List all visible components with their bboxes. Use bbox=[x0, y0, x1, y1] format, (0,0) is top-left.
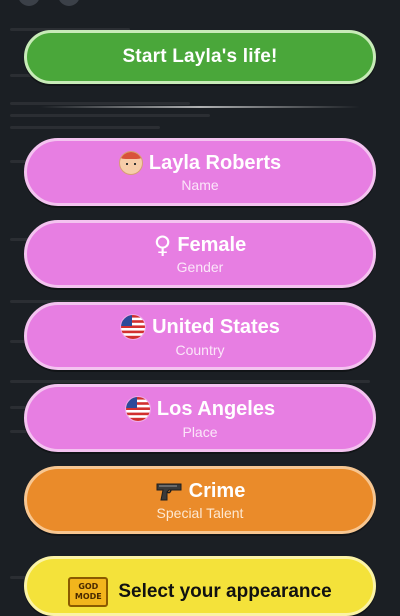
us-flag-icon bbox=[124, 395, 151, 422]
name-caption: Name bbox=[181, 176, 219, 193]
us-flag-icon bbox=[120, 313, 147, 340]
gender-caption: Gender bbox=[176, 258, 224, 275]
place-button[interactable]: Los Angeles Place bbox=[24, 384, 376, 452]
woman-face-icon bbox=[118, 150, 143, 175]
country-value: United States bbox=[152, 315, 280, 338]
select-appearance-button[interactable]: GOD MODE Select your appearance bbox=[24, 556, 376, 616]
talent-caption: Special Talent bbox=[156, 504, 244, 521]
top-second-circle-icon bbox=[58, 0, 80, 6]
start-life-label: Start Layla's life! bbox=[122, 46, 278, 67]
god-mode-badge-icon: GOD MODE bbox=[68, 577, 109, 607]
start-life-button[interactable]: Start Layla's life! bbox=[24, 30, 376, 84]
country-button[interactable]: United States Country bbox=[24, 302, 376, 370]
pistol-icon bbox=[155, 480, 183, 502]
female-symbol-icon: ♀ bbox=[153, 230, 172, 259]
special-talent-button[interactable]: Crime Special Talent bbox=[24, 466, 376, 534]
place-caption: Place bbox=[182, 423, 218, 440]
gender-button[interactable]: ♀ Female Gender bbox=[24, 220, 376, 288]
top-left-circle-icon bbox=[18, 0, 40, 6]
name-value: Layla Roberts bbox=[148, 151, 282, 174]
top-bar bbox=[0, 0, 400, 6]
name-button[interactable]: Layla Roberts Name bbox=[24, 138, 376, 206]
talent-value: Crime bbox=[188, 479, 246, 502]
place-value: Los Angeles bbox=[156, 397, 276, 420]
divider bbox=[40, 106, 360, 108]
gender-value: Female bbox=[177, 233, 247, 256]
country-caption: Country bbox=[175, 341, 225, 358]
